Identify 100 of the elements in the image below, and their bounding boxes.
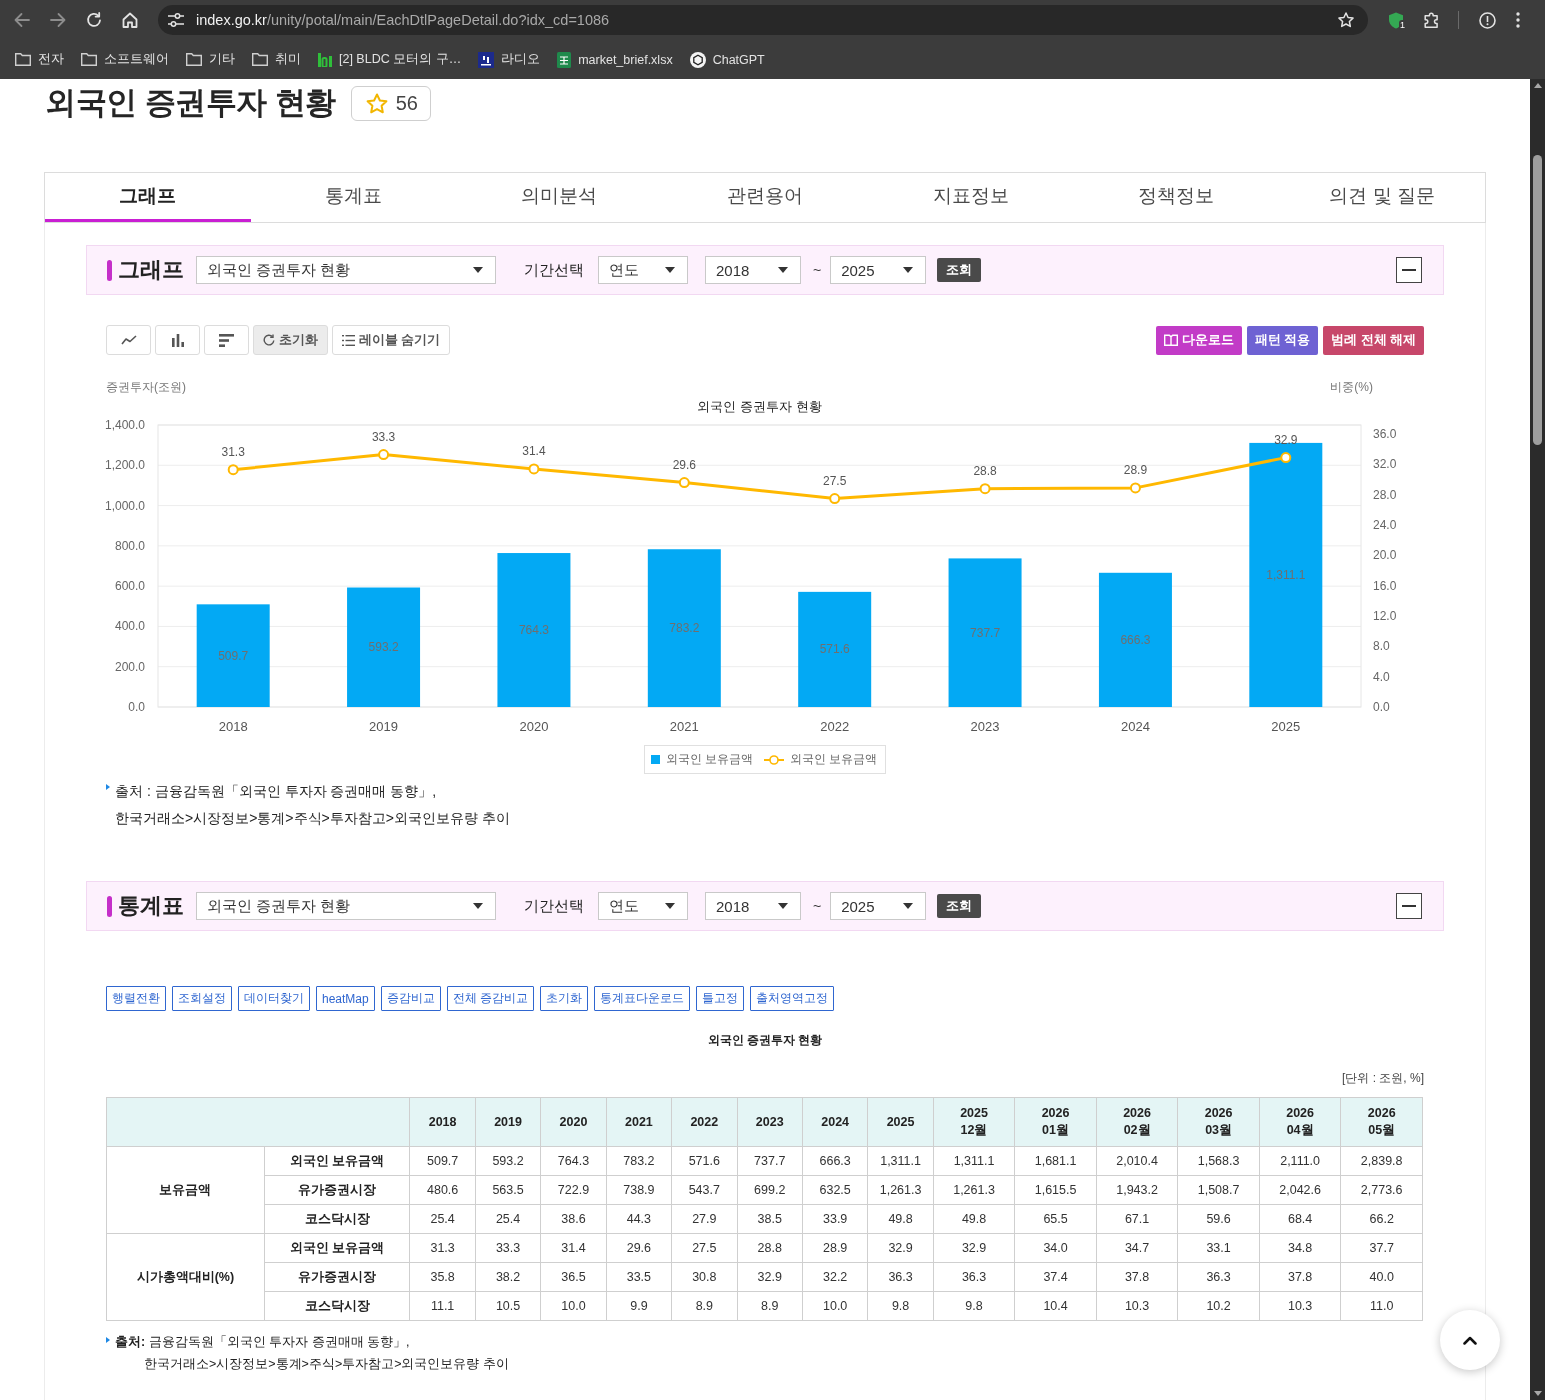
folder-icon <box>15 53 31 66</box>
table-cell: 1,261.3 <box>933 1175 1015 1205</box>
table-cell: 31.3 <box>409 1233 476 1263</box>
legend-item[interactable]: 외국인 보유금액 <box>763 751 877 768</box>
horizontal-bar-chart-button[interactable] <box>204 325 249 355</box>
search-button[interactable]: 조회 <box>937 894 982 918</box>
bookmark-item[interactable]: 기타 <box>186 51 235 68</box>
bar-value-label: 783.2 <box>669 621 700 636</box>
bookmark-item[interactable]: 취미 <box>252 51 301 68</box>
table-cell: 11.1 <box>409 1291 476 1321</box>
table-cell: 38.2 <box>475 1262 541 1292</box>
table-cell: 10.4 <box>1014 1291 1097 1321</box>
collapse-button[interactable] <box>1396 257 1422 283</box>
scroll-down-icon[interactable] <box>1533 1391 1542 1396</box>
column-header: 2026 03월 <box>1177 1097 1260 1147</box>
table-tool-button[interactable]: 조회설정 <box>172 986 232 1011</box>
table-cell: 9.8 <box>867 1291 934 1321</box>
column-header: 2022 <box>671 1097 738 1147</box>
more-menu-icon[interactable] <box>1516 12 1520 28</box>
table-cell: 2,042.6 <box>1259 1175 1341 1205</box>
column-header: 2025 12월 <box>933 1097 1015 1147</box>
scrollbar-thumb[interactable] <box>1533 155 1542 445</box>
start-year-select[interactable]: 2018 <box>705 892 801 920</box>
bookmark-item[interactable]: 전자 <box>15 51 64 68</box>
bar-chart-button[interactable] <box>155 325 200 355</box>
caret-icon <box>473 267 483 273</box>
table-cell: 49.8 <box>867 1204 934 1234</box>
alert-icon[interactable] <box>1479 11 1496 29</box>
scroll-up-icon[interactable] <box>1533 83 1542 88</box>
axis-category-label: 2020 <box>519 719 549 734</box>
reload-icon[interactable] <box>86 12 102 28</box>
table-tool-button[interactable]: 증감비교 <box>380 986 441 1011</box>
end-year-select[interactable]: 2025 <box>830 256 927 284</box>
bookmark-item[interactable]: 소프트웨어 <box>81 51 169 68</box>
bar-value-label: 666.3 <box>1120 632 1151 647</box>
table-cell: 33.5 <box>606 1262 672 1292</box>
row-header: 유가증권시장 <box>264 1262 410 1292</box>
address-bar[interactable]: index.go.kr/unity/potal/main/EachDtlPageDetail.do?idx_cd=1086 <box>158 5 1368 35</box>
bookmark-item[interactable]: [2] BLDC 모터의 구… <box>318 51 462 68</box>
period-unit-select[interactable]: 연도 <box>598 892 688 920</box>
column-header: 2026 04월 <box>1259 1097 1341 1147</box>
table-cell: 32.9 <box>737 1262 803 1292</box>
indicator-select[interactable]: 외국인 증권투자 현황 <box>196 892 496 920</box>
table-cell: 31.4 <box>540 1233 607 1263</box>
table-tool-button[interactable]: 초기화 <box>540 986 589 1011</box>
axis-tick-label: 4.0 <box>1373 669 1390 684</box>
bar-value-label: 1,311.1 <box>1266 567 1306 582</box>
pattern-button[interactable]: 패턴 적용 <box>1246 325 1319 355</box>
star-icon[interactable] <box>1338 12 1354 28</box>
row-header: 외국인 보유금액 <box>264 1146 410 1176</box>
favicon-icon <box>478 51 495 68</box>
unit-note: [단위 : 조원, %] <box>1342 1071 1424 1085</box>
table-cell: 33.1 <box>1177 1233 1260 1263</box>
favorite-button[interactable]: 56 <box>350 85 431 121</box>
period-unit-select[interactable]: 연도 <box>598 256 688 284</box>
start-year-select[interactable]: 2018 <box>705 256 801 284</box>
bar-value-label: 737.7 <box>970 625 1001 640</box>
table-cell: 1,615.5 <box>1014 1175 1097 1205</box>
column-header: 2024 <box>802 1097 868 1147</box>
table-cell: 59.6 <box>1177 1204 1260 1234</box>
table-tool-button[interactable]: 출처영역고정 <box>750 986 835 1011</box>
table-tool-button[interactable]: 전체 증감비교 <box>446 986 535 1011</box>
table-cell: 25.4 <box>409 1204 476 1234</box>
end-year-select[interactable]: 2025 <box>830 892 927 920</box>
legend-item[interactable]: 외국인 보유금액 <box>651 751 754 768</box>
puzzle-icon[interactable] <box>1424 12 1440 28</box>
table-cell: 28.8 <box>737 1233 803 1263</box>
point-value-label: 33.3 <box>371 429 396 444</box>
table-title: 외국인 증권투자 현황 <box>707 1033 823 1047</box>
bookmark-item[interactable]: market_brief.xlsx <box>557 51 673 68</box>
axis-category-label: 2025 <box>1271 719 1301 734</box>
range-separator: ~ <box>813 262 822 278</box>
panel-title: 통계표 <box>118 892 184 920</box>
range-separator: ~ <box>813 898 822 914</box>
caret-icon <box>903 267 914 273</box>
row-group-header: 보유금액 <box>106 1146 265 1234</box>
table-cell: 65.5 <box>1014 1204 1097 1234</box>
table-tool-button[interactable]: heatMap <box>316 986 375 1011</box>
table-cell: 764.3 <box>540 1146 607 1176</box>
table-tool-button[interactable]: 행렬전환 <box>106 986 166 1011</box>
bookmark-item[interactable]: ChatGPT <box>689 51 765 68</box>
spreadsheet-icon <box>557 51 572 68</box>
table-tool-button[interactable]: 통계표다운로드 <box>594 986 691 1011</box>
hide-labels-button[interactable]: 레이블 숨기기 <box>332 325 451 355</box>
column-header: 2018 <box>409 1097 476 1147</box>
column-header: 2019 <box>475 1097 541 1147</box>
table-tool-button[interactable]: 데이터찾기 <box>238 986 310 1011</box>
shield-icon[interactable] <box>1388 11 1404 29</box>
home-icon[interactable] <box>122 12 138 28</box>
indicator-select[interactable]: 외국인 증권투자 현황 <box>196 256 496 284</box>
table-cell: 36.3 <box>1177 1262 1260 1292</box>
reset-button[interactable]: 초기화 <box>253 325 328 355</box>
table-cell: 783.2 <box>606 1146 672 1176</box>
download-button[interactable]: 다운로드 <box>1155 325 1242 355</box>
search-button[interactable]: 조회 <box>937 258 982 282</box>
table-tool-button[interactable]: 틀고정 <box>696 986 745 1011</box>
legend-clear-button[interactable]: 범례 전체 해제 <box>1323 325 1424 355</box>
bookmark-item[interactable]: 라디오 <box>478 51 541 68</box>
bar-value-label: 593.2 <box>368 640 399 655</box>
collapse-button[interactable] <box>1396 893 1422 919</box>
